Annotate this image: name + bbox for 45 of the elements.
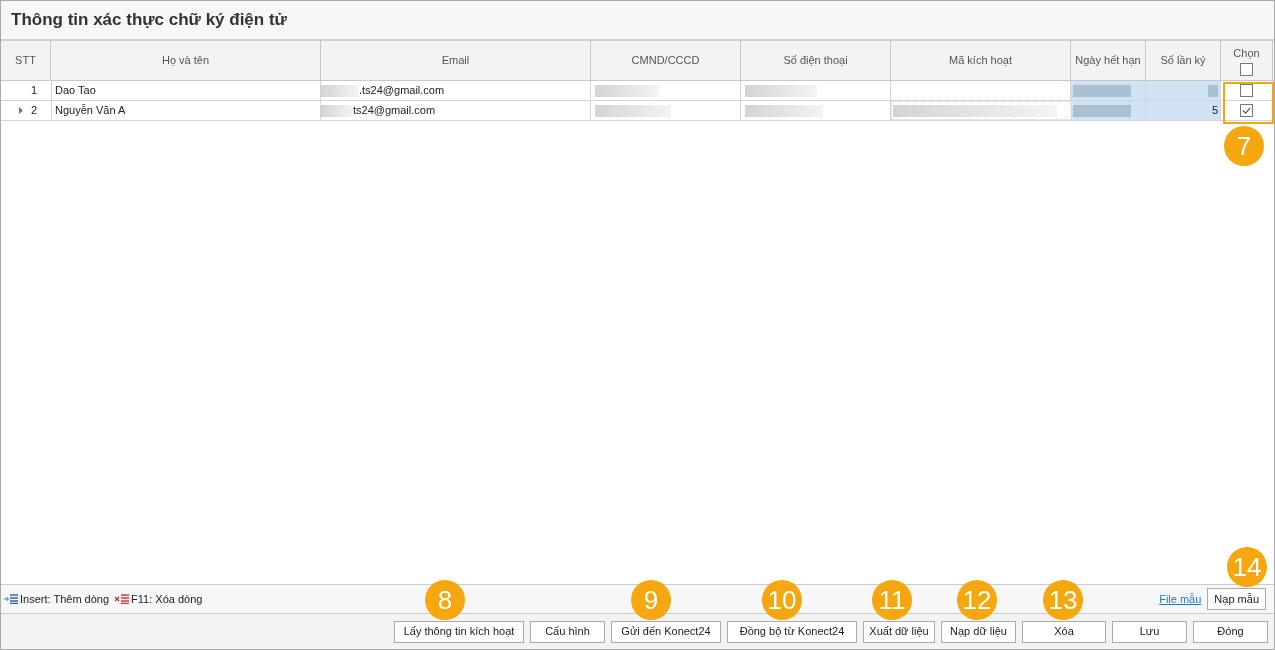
redacted-block <box>1208 84 1218 97</box>
action-button[interactable]: Lưu <box>1112 620 1187 643</box>
action-button[interactable]: Cấu hình <box>530 620 605 643</box>
delete-row-icon <box>115 594 130 604</box>
callout-badge: 14 <box>1227 547 1267 587</box>
redacted-block <box>321 84 359 97</box>
redacted-block <box>745 84 817 97</box>
redacted-block <box>1073 84 1131 97</box>
redacted-block <box>595 84 659 97</box>
callout-badge: 7 <box>1224 126 1264 166</box>
select-all-checkbox[interactable] <box>1240 63 1253 77</box>
row-checkbox[interactable] <box>1240 84 1253 97</box>
action-button[interactable]: Lấy thông tin kích hoạt <box>394 620 524 643</box>
row-checkbox[interactable] <box>1240 104 1253 117</box>
action-button[interactable]: Xóa <box>1022 620 1106 643</box>
column-header[interactable]: Email <box>441 52 470 69</box>
column-header[interactable]: Số điện thoại <box>783 52 848 69</box>
redacted-block <box>1073 104 1131 117</box>
column-header[interactable]: STT <box>15 52 36 69</box>
table-cell: 5 <box>1146 101 1221 120</box>
highlight-frame <box>1223 82 1274 124</box>
column-header[interactable]: Mã kích hoạt <box>949 52 1012 69</box>
column-header[interactable]: CMND/CCCD <box>631 52 700 69</box>
action-button[interactable]: Xuất dữ liệu <box>863 620 935 643</box>
table-cell-text: Dao Tao <box>55 83 96 99</box>
insert-row-icon <box>4 594 18 604</box>
action-button[interactable]: Đóng <box>1193 620 1268 643</box>
table-cell-text: Nguyễn Văn A <box>55 103 126 119</box>
action-button[interactable]: Đồng bộ từ Konect24 <box>727 620 857 643</box>
window-title: Thông tin xác thực chữ ký điện tử <box>11 9 287 32</box>
column-header[interactable]: Chọn <box>1233 44 1260 62</box>
column-header[interactable]: Họ và tên <box>161 52 210 69</box>
row-number: 2 <box>30 103 37 119</box>
load-template-button[interactable]: Nạp mẫu <box>1207 588 1266 610</box>
action-button[interactable]: Gửi đến Konect24 <box>611 620 721 643</box>
column-header[interactable]: Ngày hết hạn <box>1075 52 1141 69</box>
shortcut-hint: Insert: Thêm dòng <box>20 591 110 607</box>
file-template-link[interactable]: File mẫu <box>1159 590 1202 608</box>
shortcut-hint: F11: Xóa dòng <box>131 591 203 607</box>
table-cell-text: ts24@gmail.com <box>353 103 436 119</box>
action-button[interactable]: Nạp dữ liệu <box>941 620 1016 643</box>
column-header[interactable]: Số lần ký <box>1160 52 1206 69</box>
redacted-block <box>321 104 353 117</box>
table-cell-text: .ts24@gmail.com <box>359 83 445 99</box>
row-number: 1 <box>30 83 37 99</box>
